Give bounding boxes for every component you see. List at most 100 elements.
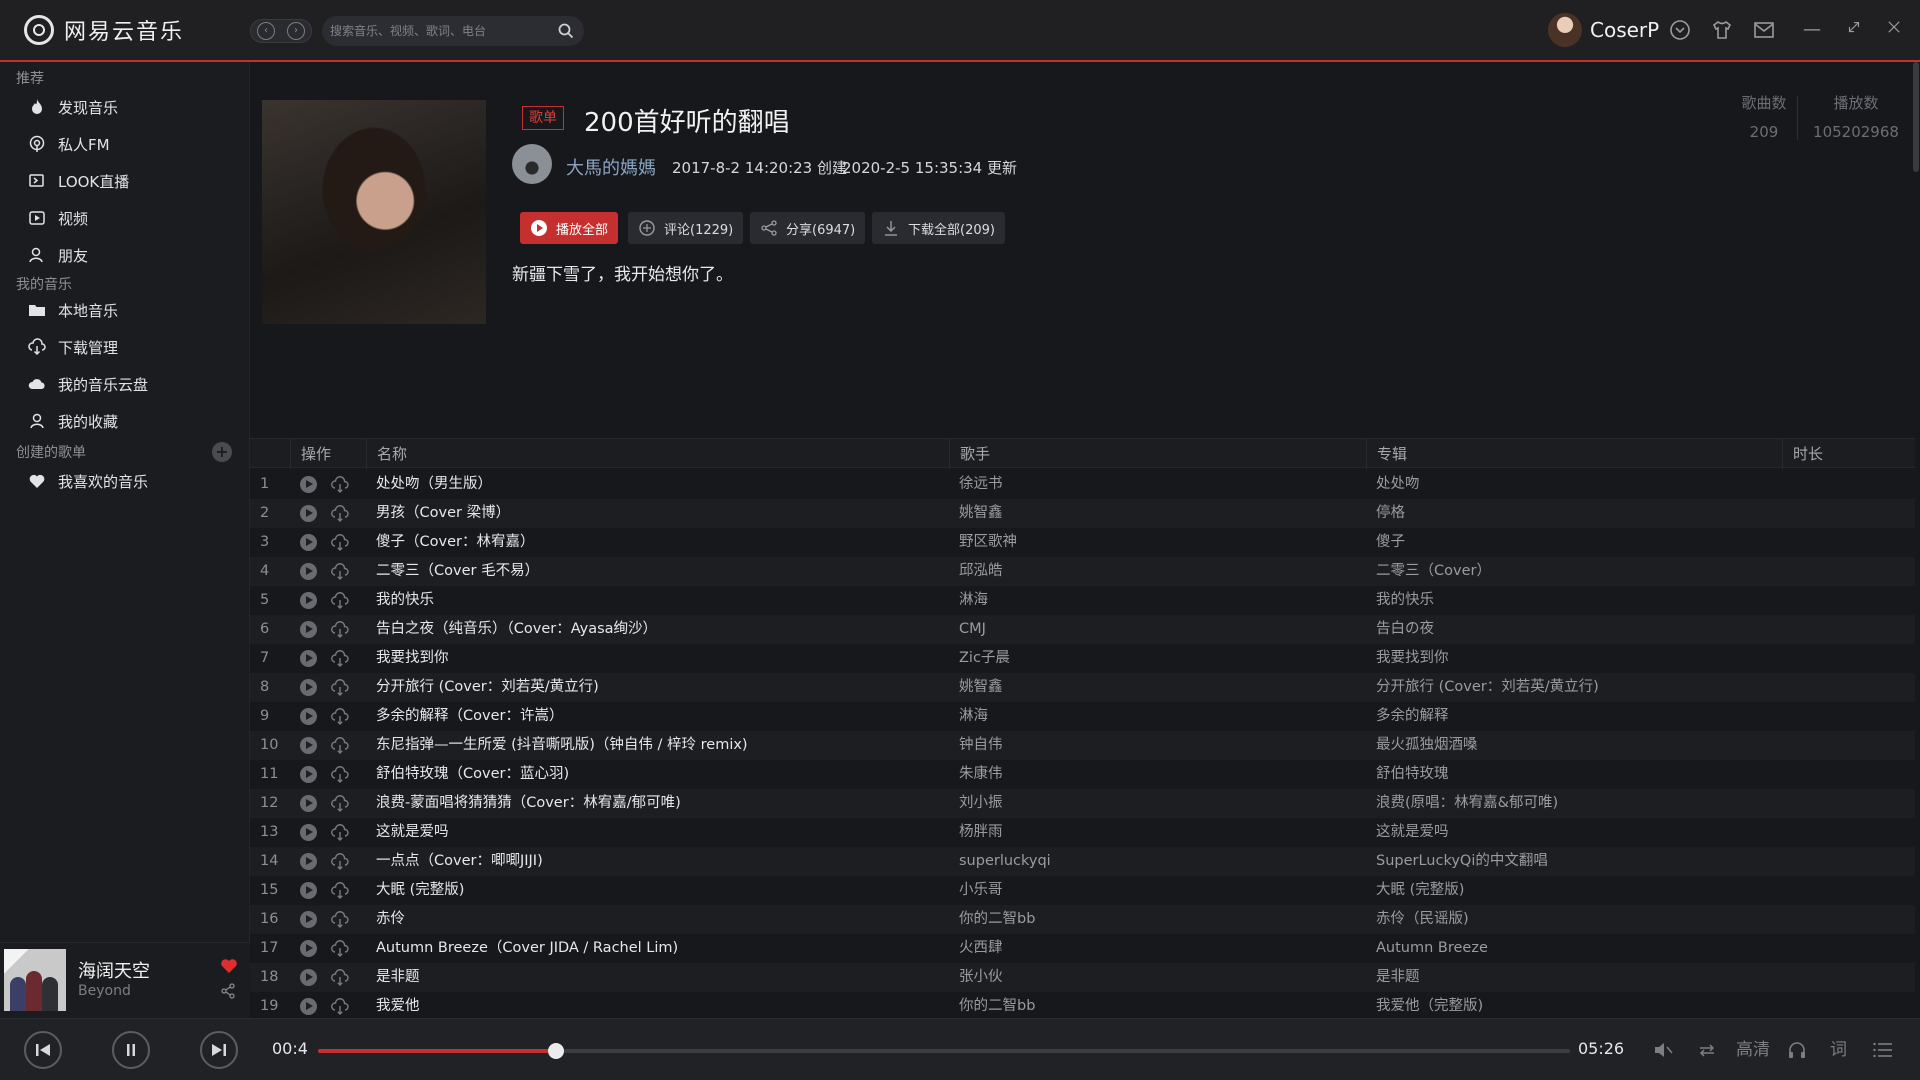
song-name[interactable]: 告白之夜（纯音乐）（Cover：Ayasa绚沙）: [376, 615, 657, 644]
play-icon[interactable]: [300, 882, 317, 899]
song-singer[interactable]: 张小伙: [959, 963, 1003, 992]
song-album[interactable]: 我要找到你: [1376, 644, 1449, 673]
now-playing-artist[interactable]: Beyond: [78, 983, 131, 999]
song-album[interactable]: 傻子: [1376, 528, 1405, 557]
sidebar-item-downloads[interactable]: 下载管理: [28, 333, 118, 361]
avatar[interactable]: [1548, 13, 1582, 47]
song-name[interactable]: 东尼指弹—一生所爱 (抖音嘶吼版)（钟自伟 / 梓玲 remix): [376, 731, 748, 760]
song-album[interactable]: 浪费(原唱：林宥嘉&郁可唯): [1376, 789, 1558, 818]
back-button[interactable]: ‹: [251, 20, 281, 42]
song-singer[interactable]: 小乐哥: [959, 876, 1003, 905]
song-name[interactable]: 是非题: [376, 963, 420, 992]
song-album[interactable]: 停格: [1376, 499, 1405, 528]
download-icon[interactable]: [331, 766, 349, 783]
download-icon[interactable]: [331, 824, 349, 841]
song-album[interactable]: 多余的解释: [1376, 702, 1449, 731]
song-name[interactable]: 处处吻（男生版）: [376, 470, 492, 499]
mail-icon[interactable]: [1752, 18, 1776, 42]
download-icon[interactable]: [331, 621, 349, 638]
comment-button[interactable]: 评论(1229): [628, 212, 744, 244]
table-row[interactable]: 14 一点点（Cover：唧唧JIJI) superluckyqi SuperLuck…: [250, 847, 1915, 876]
album-cover[interactable]: [4, 949, 66, 1011]
table-row[interactable]: 18 是非题 张小伙 是非题: [250, 963, 1915, 992]
play-icon[interactable]: [300, 853, 317, 870]
table-row[interactable]: 6 告白之夜（纯音乐）（Cover：Ayasa绚沙） CMJ 告白の夜: [250, 615, 1915, 644]
song-album[interactable]: 这就是爱吗: [1376, 818, 1449, 847]
volume-button[interactable]: [1652, 1039, 1674, 1061]
table-row[interactable]: 9 多余的解释（Cover：许嵩） 淋海 多余的解释: [250, 702, 1915, 731]
play-icon[interactable]: [300, 969, 317, 986]
song-name[interactable]: 这就是爱吗: [376, 818, 449, 847]
quality-button[interactable]: 高清: [1736, 1039, 1770, 1061]
song-singer[interactable]: 钟自伟: [959, 731, 1003, 760]
sidebar-item-friends[interactable]: 朋友: [28, 241, 88, 269]
creator-name[interactable]: 大馬的媽媽: [566, 154, 656, 180]
sidebar-item-video[interactable]: 视频: [28, 204, 88, 232]
download-all-button[interactable]: 下载全部(209): [872, 212, 1005, 244]
song-singer[interactable]: 火西肆: [959, 934, 1003, 963]
play-icon[interactable]: [300, 505, 317, 522]
search-input[interactable]: [328, 16, 548, 46]
song-singer[interactable]: 朱康伟: [959, 760, 1003, 789]
share-button[interactable]: 分享(6947): [750, 212, 866, 244]
table-row[interactable]: 8 分开旅行 (Cover：刘若英/黄立行) 姚智鑫 分开旅行 (Cover：刘若英/…: [250, 673, 1915, 702]
playlist-queue-button[interactable]: [1872, 1039, 1894, 1061]
song-singer[interactable]: superluckyqi: [959, 847, 1051, 876]
close-button[interactable]: [1882, 18, 1906, 42]
play-icon[interactable]: [300, 650, 317, 667]
song-name[interactable]: 我的快乐: [376, 586, 434, 615]
progress-slider[interactable]: [318, 1043, 1570, 1059]
play-icon[interactable]: [300, 940, 317, 957]
app-logo[interactable]: 网易云音乐: [24, 14, 184, 46]
song-name[interactable]: 浪费-蒙面唱将猜猜猜（Cover：林宥嘉/郁可唯): [376, 789, 681, 818]
song-name[interactable]: 二零三（Cover 毛不易）: [376, 557, 539, 586]
song-album[interactable]: 最火孤独烟酒嗓: [1376, 731, 1478, 760]
song-album[interactable]: 我爱他（完整版): [1376, 992, 1483, 1021]
download-icon[interactable]: [331, 795, 349, 812]
column-album[interactable]: 专辑: [1366, 439, 1782, 469]
song-album[interactable]: SuperLuckyQi的中文翻唱: [1376, 847, 1548, 876]
song-name[interactable]: 我要找到你: [376, 644, 449, 673]
sidebar-item-cloud-disk[interactable]: 我的音乐云盘: [28, 370, 148, 398]
song-album[interactable]: 是非题: [1376, 963, 1420, 992]
download-icon[interactable]: [331, 534, 349, 551]
download-icon[interactable]: [331, 708, 349, 725]
creator-avatar[interactable]: [512, 144, 552, 184]
song-singer[interactable]: 徐远书: [959, 470, 1003, 499]
chevron-down-circle-icon[interactable]: [1668, 18, 1692, 42]
play-icon[interactable]: [300, 795, 317, 812]
table-row[interactable]: 17 Autumn Breeze（Cover JIDA / Rachel Lim)…: [250, 934, 1915, 963]
play-icon[interactable]: [300, 766, 317, 783]
download-icon[interactable]: [331, 563, 349, 580]
download-icon[interactable]: [331, 476, 349, 493]
play-icon[interactable]: [300, 911, 317, 928]
sidebar-item-collection[interactable]: 我的收藏: [28, 407, 118, 435]
table-row[interactable]: 5 我的快乐 淋海 我的快乐: [250, 586, 1915, 615]
restore-button[interactable]: [1842, 18, 1866, 42]
play-icon[interactable]: [300, 476, 317, 493]
table-row[interactable]: 2 男孩（Cover 梁博） 姚智鑫 停格: [250, 499, 1915, 528]
download-icon[interactable]: [331, 592, 349, 609]
user-profile[interactable]: CoserP: [1548, 13, 1659, 47]
song-name[interactable]: 舒伯特玫瑰（Cover：蓝心羽): [376, 760, 569, 789]
lyrics-button[interactable]: 词: [1830, 1039, 1847, 1061]
sidebar-item-look-live[interactable]: LOOK直播: [28, 167, 129, 195]
song-album[interactable]: 大眠 (完整版): [1376, 876, 1464, 905]
song-album[interactable]: 分开旅行 (Cover：刘若英/黄立行): [1376, 673, 1599, 702]
progress-knob[interactable]: [547, 1043, 564, 1059]
pause-button[interactable]: [112, 1031, 150, 1069]
download-icon[interactable]: [331, 505, 349, 522]
play-icon[interactable]: [300, 708, 317, 725]
song-singer[interactable]: 邱泓皓: [959, 557, 1003, 586]
play-all-button[interactable]: 播放全部: [520, 212, 619, 244]
song-name[interactable]: 男孩（Cover 梁博）: [376, 499, 510, 528]
table-row[interactable]: 16 赤伶 你的二智bb 赤伶（民谣版): [250, 905, 1915, 934]
play-icon[interactable]: [300, 621, 317, 638]
song-name[interactable]: 大眠 (完整版): [376, 876, 464, 905]
song-singer[interactable]: CMJ: [959, 615, 986, 644]
sidebar-item-local-music[interactable]: 本地音乐: [28, 296, 118, 324]
download-icon[interactable]: [331, 650, 349, 667]
song-album[interactable]: 舒伯特玫瑰: [1376, 760, 1449, 789]
loop-mode-button[interactable]: [1696, 1039, 1718, 1061]
song-singer[interactable]: 淋海: [959, 702, 988, 731]
